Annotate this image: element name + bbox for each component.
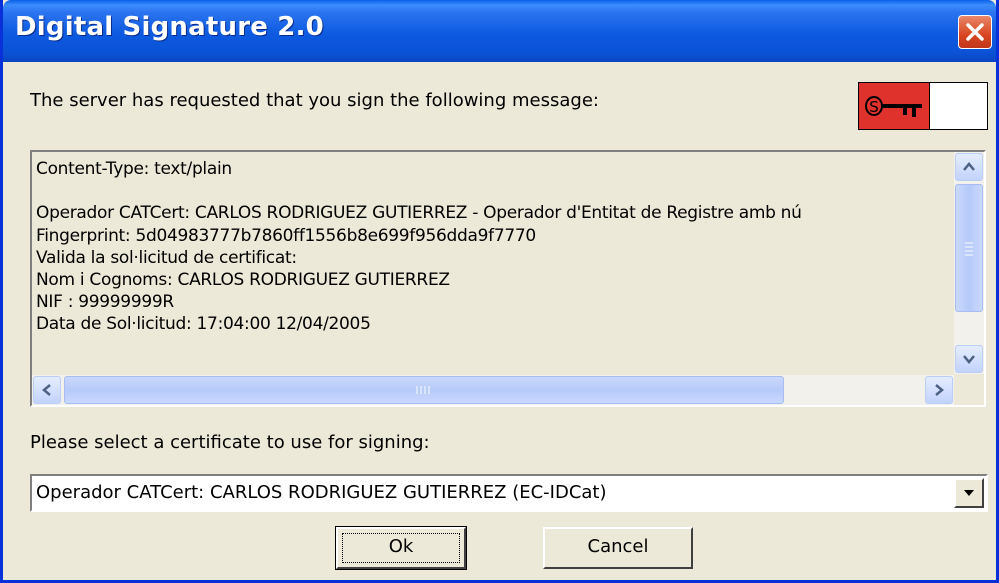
- dropdown-button[interactable]: [954, 478, 984, 508]
- window-title: Digital Signature 2.0: [15, 12, 324, 42]
- message-textarea[interactable]: Content-Type: text/plain Operador CATCer…: [30, 150, 986, 407]
- close-button[interactable]: [958, 15, 992, 49]
- dialog-window: Digital Signature 2.0 The server has req…: [0, 0, 999, 583]
- dropdown-arrow-icon: [964, 490, 974, 496]
- scroll-left-button[interactable]: [33, 376, 61, 404]
- grip-icon: [965, 242, 973, 256]
- message-text: Content-Type: text/plain Operador CATCer…: [36, 158, 960, 370]
- key-icon: S: [858, 82, 988, 130]
- scroll-right-button[interactable]: [925, 376, 953, 404]
- sign-prompt: The server has requested that you sign t…: [30, 90, 599, 111]
- certificate-dropdown[interactable]: Operador CATCert: CARLOS RODRIGUEZ GUTIE…: [30, 474, 988, 512]
- dialog-content: The server has requested that you sign t…: [3, 62, 996, 580]
- close-icon: [966, 23, 984, 41]
- message-line: Data de Sol·licitud: 17:04:00 12/04/2005: [36, 314, 371, 335]
- grip-icon: [416, 386, 430, 394]
- message-line: Nom i Cognoms: CARLOS RODRIGUEZ GUTIERRE…: [36, 270, 450, 291]
- chevron-right-icon: [935, 384, 944, 396]
- message-line: Operador CATCert: CARLOS RODRIGUEZ GUTIE…: [36, 203, 802, 224]
- scroll-corner: [954, 375, 984, 405]
- horizontal-scrollbar[interactable]: [32, 375, 954, 405]
- chevron-down-icon: [963, 355, 975, 364]
- title-bar[interactable]: Digital Signature 2.0: [3, 0, 996, 62]
- message-line: Content-Type: text/plain: [36, 159, 232, 179]
- certificate-selected: Operador CATCert: CARLOS RODRIGUEZ GUTIE…: [36, 482, 607, 503]
- scroll-down-button[interactable]: [955, 345, 983, 373]
- svg-text:S: S: [869, 98, 879, 116]
- horizontal-scroll-thumb[interactable]: [64, 376, 784, 404]
- chevron-up-icon: [963, 162, 975, 171]
- vertical-scrollbar[interactable]: [954, 152, 984, 374]
- vertical-scroll-thumb[interactable]: [955, 184, 983, 312]
- message-line: Fingerprint: 5d04983777b7860ff1556b8e699…: [36, 225, 536, 246]
- chevron-left-icon: [42, 384, 51, 396]
- cancel-button[interactable]: Cancel: [543, 527, 693, 569]
- scroll-up-button[interactable]: [955, 153, 983, 181]
- ok-button[interactable]: Ok: [335, 526, 467, 570]
- message-line: Valida la sol·licitud de certificat:: [36, 247, 297, 268]
- cancel-button-label: Cancel: [587, 536, 649, 557]
- message-line: NIF : 99999999R: [36, 292, 174, 313]
- certificate-label: Please select a certificate to use for s…: [30, 432, 430, 453]
